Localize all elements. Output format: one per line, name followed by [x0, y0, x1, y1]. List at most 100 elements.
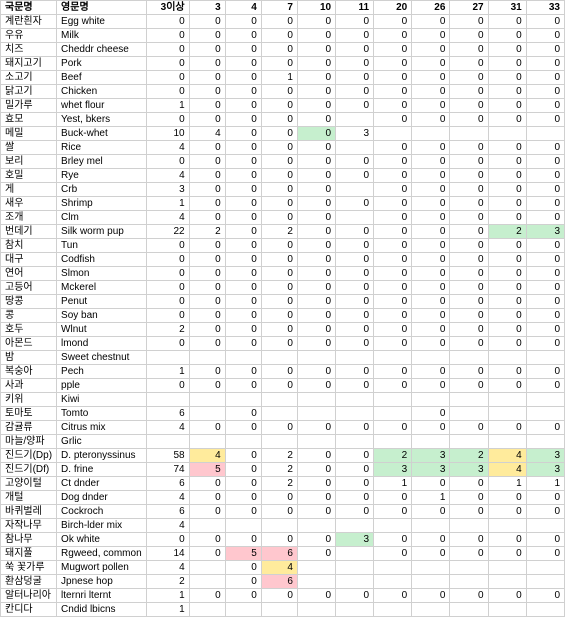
cell-value	[374, 407, 412, 421]
header-col: 33	[526, 1, 564, 15]
cell-value: 0	[336, 463, 374, 477]
table-row: 대구Codfish00000000000	[1, 253, 565, 267]
cell-value	[297, 393, 335, 407]
cell-value: 0	[261, 267, 297, 281]
cell-value	[297, 519, 335, 533]
cell-korean-name: 호두	[1, 323, 57, 337]
cell-value: 10	[146, 127, 189, 141]
cell-value: 0	[526, 239, 564, 253]
cell-korean-name: 개털	[1, 491, 57, 505]
cell-value: 0	[450, 533, 488, 547]
cell-value: 6	[146, 505, 189, 519]
cell-english-name: pple	[57, 379, 147, 393]
cell-value: 0	[297, 155, 335, 169]
cell-value: 0	[488, 309, 526, 323]
cell-english-name: Buck-whet	[57, 127, 147, 141]
cell-value: 0	[189, 197, 225, 211]
cell-value	[336, 407, 374, 421]
cell-value: 14	[146, 547, 189, 561]
cell-value: 0	[189, 71, 225, 85]
cell-value: 0	[488, 43, 526, 57]
cell-value: 0	[297, 267, 335, 281]
cell-value	[261, 435, 297, 449]
cell-value: 0	[526, 113, 564, 127]
cell-value: 0	[374, 225, 412, 239]
cell-value: 0	[297, 57, 335, 71]
cell-value: 0	[225, 253, 261, 267]
cell-korean-name: 밤	[1, 351, 57, 365]
cell-value: 0	[488, 267, 526, 281]
cell-value	[488, 519, 526, 533]
cell-value: 2	[261, 463, 297, 477]
cell-value: 0	[189, 589, 225, 603]
cell-value: 0	[146, 337, 189, 351]
cell-value: 6	[146, 477, 189, 491]
cell-value: 4	[146, 141, 189, 155]
cell-english-name: Cndid lbicns	[57, 603, 147, 617]
cell-value: 0	[225, 281, 261, 295]
cell-value: 0	[488, 547, 526, 561]
cell-value: 0	[412, 211, 450, 225]
cell-english-name: Chicken	[57, 85, 147, 99]
table-row: 밀가루whet flour10000000000	[1, 99, 565, 113]
cell-value: 0	[450, 323, 488, 337]
cell-value	[189, 519, 225, 533]
cell-korean-name: 고양이털	[1, 477, 57, 491]
cell-korean-name: 참나무	[1, 533, 57, 547]
cell-value: 1	[146, 603, 189, 617]
cell-value: 0	[189, 29, 225, 43]
cell-value	[336, 351, 374, 365]
cell-value	[336, 393, 374, 407]
cell-value	[189, 351, 225, 365]
cell-value: 0	[146, 295, 189, 309]
cell-value	[336, 519, 374, 533]
cell-value: 0	[336, 365, 374, 379]
cell-value: 0	[261, 239, 297, 253]
table-row: 호밀Rye40000000000	[1, 169, 565, 183]
cell-value: 0	[146, 15, 189, 29]
table-row: 토마토Tomto600	[1, 407, 565, 421]
cell-value: 0	[189, 309, 225, 323]
cell-value	[526, 393, 564, 407]
cell-value: 0	[189, 491, 225, 505]
cell-value: 2	[261, 477, 297, 491]
cell-value: 0	[450, 253, 488, 267]
cell-value	[412, 393, 450, 407]
cell-value: 0	[526, 211, 564, 225]
cell-value: 0	[225, 197, 261, 211]
cell-value	[412, 519, 450, 533]
cell-value: 0	[297, 295, 335, 309]
cell-korean-name: 우유	[1, 29, 57, 43]
cell-value	[526, 575, 564, 589]
data-table: 국문명 영문명 3이상 3 4 7 10 11 20 26 27 31 33 계…	[0, 0, 565, 617]
table-row: 칸디다Cndid lbicns1	[1, 603, 565, 617]
cell-value: 0	[189, 379, 225, 393]
cell-value	[225, 435, 261, 449]
cell-value: 0	[412, 309, 450, 323]
cell-value	[450, 127, 488, 141]
cell-value: 3	[526, 449, 564, 463]
table-row: 닭고기Chicken00000000000	[1, 85, 565, 99]
cell-value: 0	[412, 57, 450, 71]
cell-value: 1	[412, 491, 450, 505]
cell-value	[488, 603, 526, 617]
cell-english-name: Wlnut	[57, 323, 147, 337]
cell-value: 0	[374, 421, 412, 435]
cell-korean-name: 바퀴벌레	[1, 505, 57, 519]
cell-english-name: Rice	[57, 141, 147, 155]
cell-value: 0	[336, 449, 374, 463]
cell-value: 58	[146, 449, 189, 463]
cell-value: 0	[450, 43, 488, 57]
cell-value: 0	[146, 239, 189, 253]
cell-value	[261, 351, 297, 365]
cell-value: 0	[488, 505, 526, 519]
cell-value: 0	[336, 337, 374, 351]
cell-value: 0	[189, 477, 225, 491]
cell-value: 0	[374, 505, 412, 519]
cell-value: 0	[297, 589, 335, 603]
cell-value: 0	[297, 71, 335, 85]
cell-value: 0	[374, 491, 412, 505]
cell-value: 0	[374, 141, 412, 155]
cell-korean-name: 치즈	[1, 43, 57, 57]
cell-value	[488, 435, 526, 449]
